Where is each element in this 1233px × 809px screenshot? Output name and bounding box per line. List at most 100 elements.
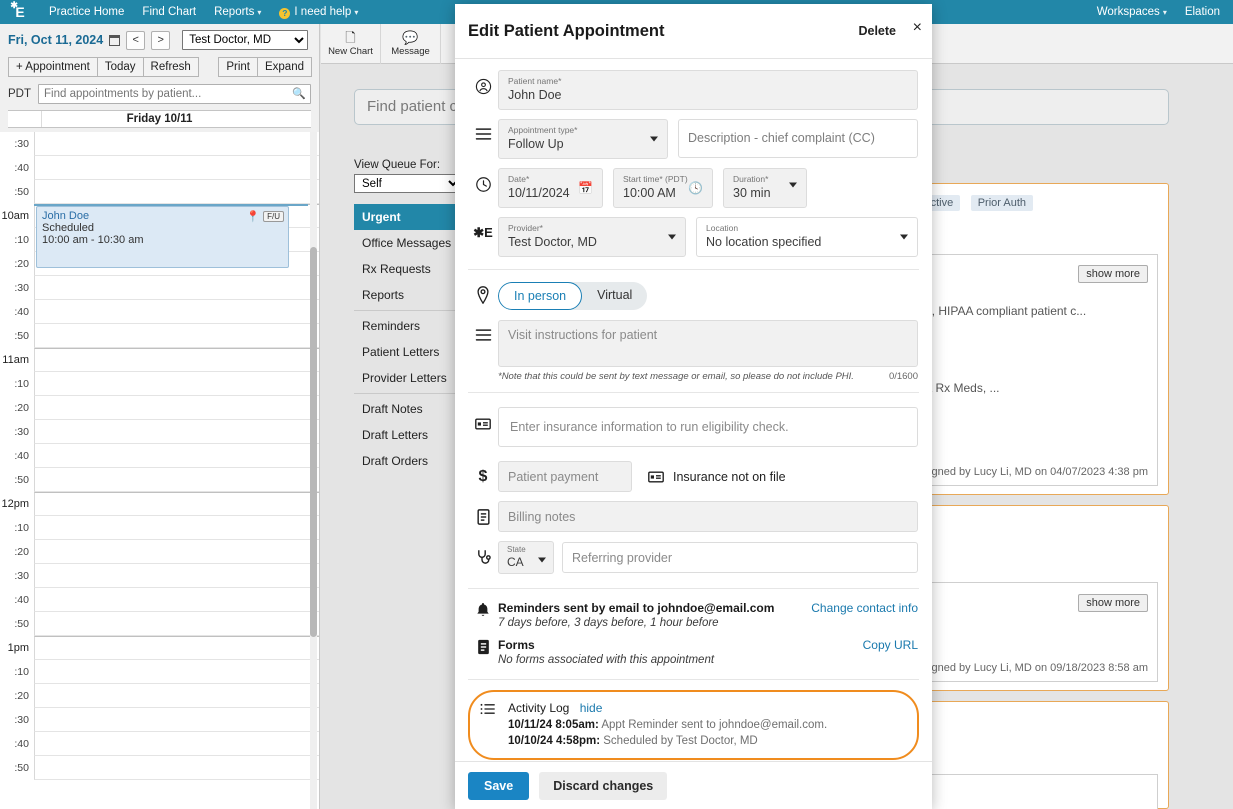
new-chart-button[interactable]: 🗋 New Chart [321, 24, 381, 64]
provider-select[interactable]: Provider* Test Doctor, MD [498, 217, 686, 257]
nav-elation-account[interactable]: Elation [1176, 0, 1229, 24]
nav-reports[interactable]: Reports▾ [205, 0, 270, 25]
close-icon[interactable]: × [913, 20, 922, 36]
calendar-slot-cell[interactable] [34, 564, 319, 588]
calendar-time-slot[interactable]: :50 [0, 180, 319, 204]
delete-appointment-button[interactable]: Delete [858, 24, 918, 38]
calendar-time-slot[interactable]: :10 [0, 660, 319, 684]
visit-mode-virtual[interactable]: Virtual [582, 282, 647, 310]
nav-practice-home[interactable]: Practice Home [40, 0, 133, 24]
calendar-next-day-button[interactable]: > [151, 31, 170, 50]
appointment-type-select[interactable]: Appointment type* Follow Up [498, 119, 668, 159]
calendar-slot-cell[interactable] [34, 396, 319, 420]
calendar-slot-cell[interactable] [34, 300, 319, 324]
calendar-time-slot[interactable]: :30 [0, 420, 319, 444]
calendar-slot-cell[interactable] [34, 612, 319, 636]
calendar-slot-cell[interactable] [34, 132, 319, 156]
appointment-block-john-doe[interactable]: John Doe Scheduled 10:00 am - 10:30 am 📍… [36, 206, 289, 268]
today-button[interactable]: Today [97, 57, 144, 77]
calendar-time-slot[interactable]: :40 [0, 300, 319, 324]
change-contact-info-link[interactable]: Change contact info [811, 601, 918, 615]
add-appointment-button[interactable]: + Appointment [8, 57, 98, 77]
calendar-time-slot[interactable]: 1pm [0, 636, 319, 660]
discard-changes-button[interactable]: Discard changes [539, 772, 667, 800]
patient-name-field[interactable]: Patient name* John Doe [498, 70, 918, 110]
visit-mode-in-person[interactable]: In person [498, 282, 582, 310]
calendar-time-slot[interactable]: :20 [0, 684, 319, 708]
patient-payment-input[interactable]: Patient payment [498, 461, 632, 492]
start-time-input[interactable]: Start time* (PDT) 10:00 AM 🕓 [613, 168, 713, 208]
calendar-slot-cell[interactable] [34, 420, 319, 444]
calendar-slot-cell[interactable] [34, 708, 319, 732]
calendar-time-slot[interactable]: :10 [0, 516, 319, 540]
calendar-time-slot[interactable]: :30 [0, 708, 319, 732]
duration-select[interactable]: Duration* 30 min [723, 168, 807, 208]
calendar-slot-cell[interactable] [34, 732, 319, 756]
save-button[interactable]: Save [468, 772, 529, 800]
show-more-button[interactable]: show more [1078, 265, 1148, 283]
note-tag[interactable]: Prior Auth [971, 195, 1033, 211]
calendar-time-slot[interactable]: :30 [0, 132, 319, 156]
calendar-time-slot[interactable]: :50 [0, 468, 319, 492]
calendar-slot-cell[interactable] [34, 348, 319, 372]
copy-url-link[interactable]: Copy URL [863, 638, 918, 652]
calendar-time-slot[interactable]: :50 [0, 756, 319, 780]
calendar-prev-day-button[interactable]: < [126, 31, 145, 50]
calendar-slot-cell[interactable] [34, 636, 319, 660]
calendar-slot-cell[interactable] [34, 492, 319, 516]
calendar-slot-cell[interactable] [34, 684, 319, 708]
expand-button[interactable]: Expand [257, 57, 312, 77]
calendar-current-date[interactable]: Fri, Oct 11, 2024 [8, 33, 103, 47]
clock-icon[interactable]: 🕓 [688, 181, 703, 195]
nav-i-need-help[interactable]: ?I need help▾ [270, 0, 367, 25]
calendar-slot-cell[interactable] [34, 540, 319, 564]
calendar-time-slot[interactable]: :20 [0, 540, 319, 564]
calendar-time-slot[interactable]: 11am [0, 348, 319, 372]
print-button[interactable]: Print [218, 57, 258, 77]
calendar-provider-select[interactable]: Test Doctor, MD [182, 30, 308, 50]
visit-instructions-textarea[interactable]: Visit instructions for patient [498, 320, 918, 367]
calendar-slot-cell[interactable] [34, 468, 319, 492]
calendar-slot-cell[interactable] [34, 180, 319, 204]
calendar-slot-cell[interactable] [34, 756, 319, 780]
calendar-time-slot[interactable]: 12pm [0, 492, 319, 516]
insurance-input[interactable]: Enter insurance information to run eligi… [498, 407, 918, 447]
description-input[interactable]: Description - chief complaint (CC) [678, 119, 918, 158]
calendar-slot-cell[interactable] [34, 588, 319, 612]
date-input[interactable]: Date* 10/11/2024 📅 [498, 168, 603, 208]
calendar-icon[interactable]: 📅 [578, 181, 593, 195]
calendar-slot-cell[interactable] [34, 324, 319, 348]
calendar-slot-cell[interactable] [34, 444, 319, 468]
calendar-time-slot[interactable]: :50 [0, 612, 319, 636]
referring-provider-input[interactable]: Referring provider [562, 542, 918, 573]
refresh-calendar-button[interactable]: Refresh [143, 57, 199, 77]
calendar-time-slot[interactable]: :20 [0, 396, 319, 420]
calendar-time-slot[interactable]: :30 [0, 564, 319, 588]
calendar-scrollbar-thumb[interactable] [310, 247, 317, 637]
appointment-search-input[interactable] [38, 84, 311, 104]
calendar-grid[interactable]: :30:40:5010am:10:20:30:40:5011am:10:20:3… [0, 132, 319, 809]
view-queue-for-select[interactable]: Self [354, 174, 462, 193]
nav-workspaces[interactable]: Workspaces▾ [1088, 0, 1176, 25]
calendar-slot-cell[interactable] [34, 372, 319, 396]
calendar-time-slot[interactable]: :40 [0, 156, 319, 180]
calendar-slot-cell[interactable] [34, 156, 319, 180]
show-more-button[interactable]: show more [1078, 594, 1148, 612]
location-select[interactable]: Location No location specified [696, 217, 918, 257]
calendar-slot-cell[interactable] [34, 660, 319, 684]
patient-name-input[interactable]: Patient name* John Doe [498, 70, 918, 110]
calendar-time-slot[interactable]: :50 [0, 324, 319, 348]
calendar-slot-cell[interactable] [34, 276, 319, 300]
calendar-icon[interactable] [109, 35, 120, 46]
calendar-time-slot[interactable]: :40 [0, 588, 319, 612]
state-select[interactable]: State CA [498, 541, 554, 574]
calendar-time-slot[interactable]: :40 [0, 444, 319, 468]
calendar-slot-cell[interactable] [34, 516, 319, 540]
search-icon[interactable]: 🔍 [292, 87, 306, 100]
message-button[interactable]: 💬 Message [381, 24, 441, 64]
elation-logo-icon[interactable]: ✱E [0, 5, 40, 19]
calendar-time-slot[interactable]: :30 [0, 276, 319, 300]
activity-log-hide-link[interactable]: hide [580, 701, 603, 715]
nav-find-chart[interactable]: Find Chart [133, 0, 205, 24]
calendar-time-slot[interactable]: :40 [0, 732, 319, 756]
